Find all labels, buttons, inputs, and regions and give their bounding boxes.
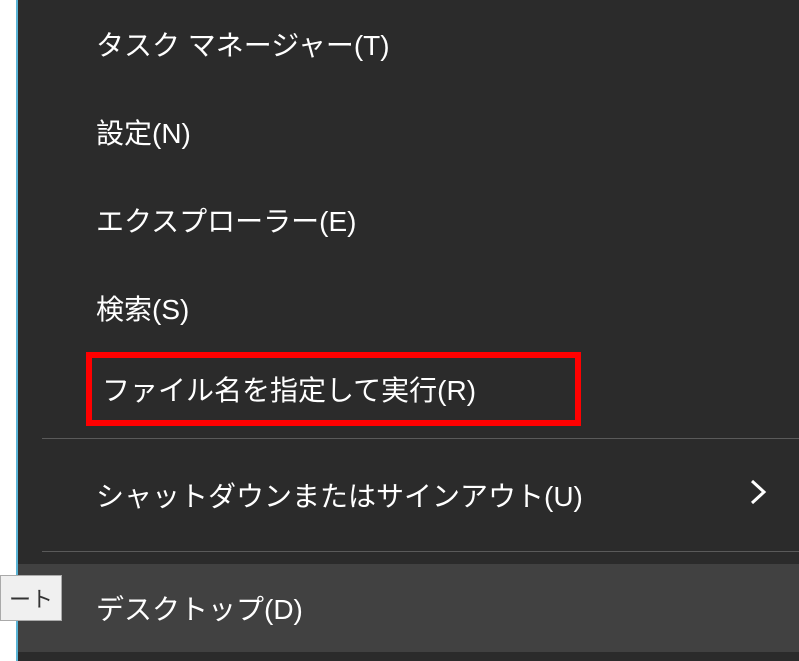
menu-item-run[interactable]: ファイル名を指定して実行(R) xyxy=(86,352,581,426)
menu-item-search[interactable]: 検索(S) xyxy=(18,264,799,352)
winx-context-menu: タスク マネージャー(T) 設定(N) エクスプローラー(E) 検索(S) ファ… xyxy=(16,0,799,661)
menu-item-label: 設定(N) xyxy=(96,112,191,152)
menu-item-settings[interactable]: 設定(N) xyxy=(18,88,799,176)
menu-divider xyxy=(42,551,799,552)
menu-item-task-manager[interactable]: タスク マネージャー(T) xyxy=(18,0,799,88)
menu-item-shutdown-signout[interactable]: シャットダウンまたはサインアウト(U) xyxy=(18,451,799,539)
tooltip-fragment: ート xyxy=(0,575,62,621)
menu-item-label: エクスプローラー(E) xyxy=(96,200,357,240)
menu-divider xyxy=(42,438,799,439)
menu-item-label: ファイル名を指定して実行(R) xyxy=(102,369,476,409)
tooltip-text: ート xyxy=(9,587,53,612)
chevron-right-icon xyxy=(749,478,767,513)
menu-item-desktop[interactable]: デスクトップ(D) xyxy=(18,564,799,652)
menu-item-label: 検索(S) xyxy=(96,288,189,328)
menu-item-label: シャットダウンまたはサインアウト(U) xyxy=(96,475,583,515)
menu-item-label: デスクトップ(D) xyxy=(96,588,303,628)
menu-item-explorer[interactable]: エクスプローラー(E) xyxy=(18,176,799,264)
menu-item-label: タスク マネージャー(T) xyxy=(96,24,390,64)
